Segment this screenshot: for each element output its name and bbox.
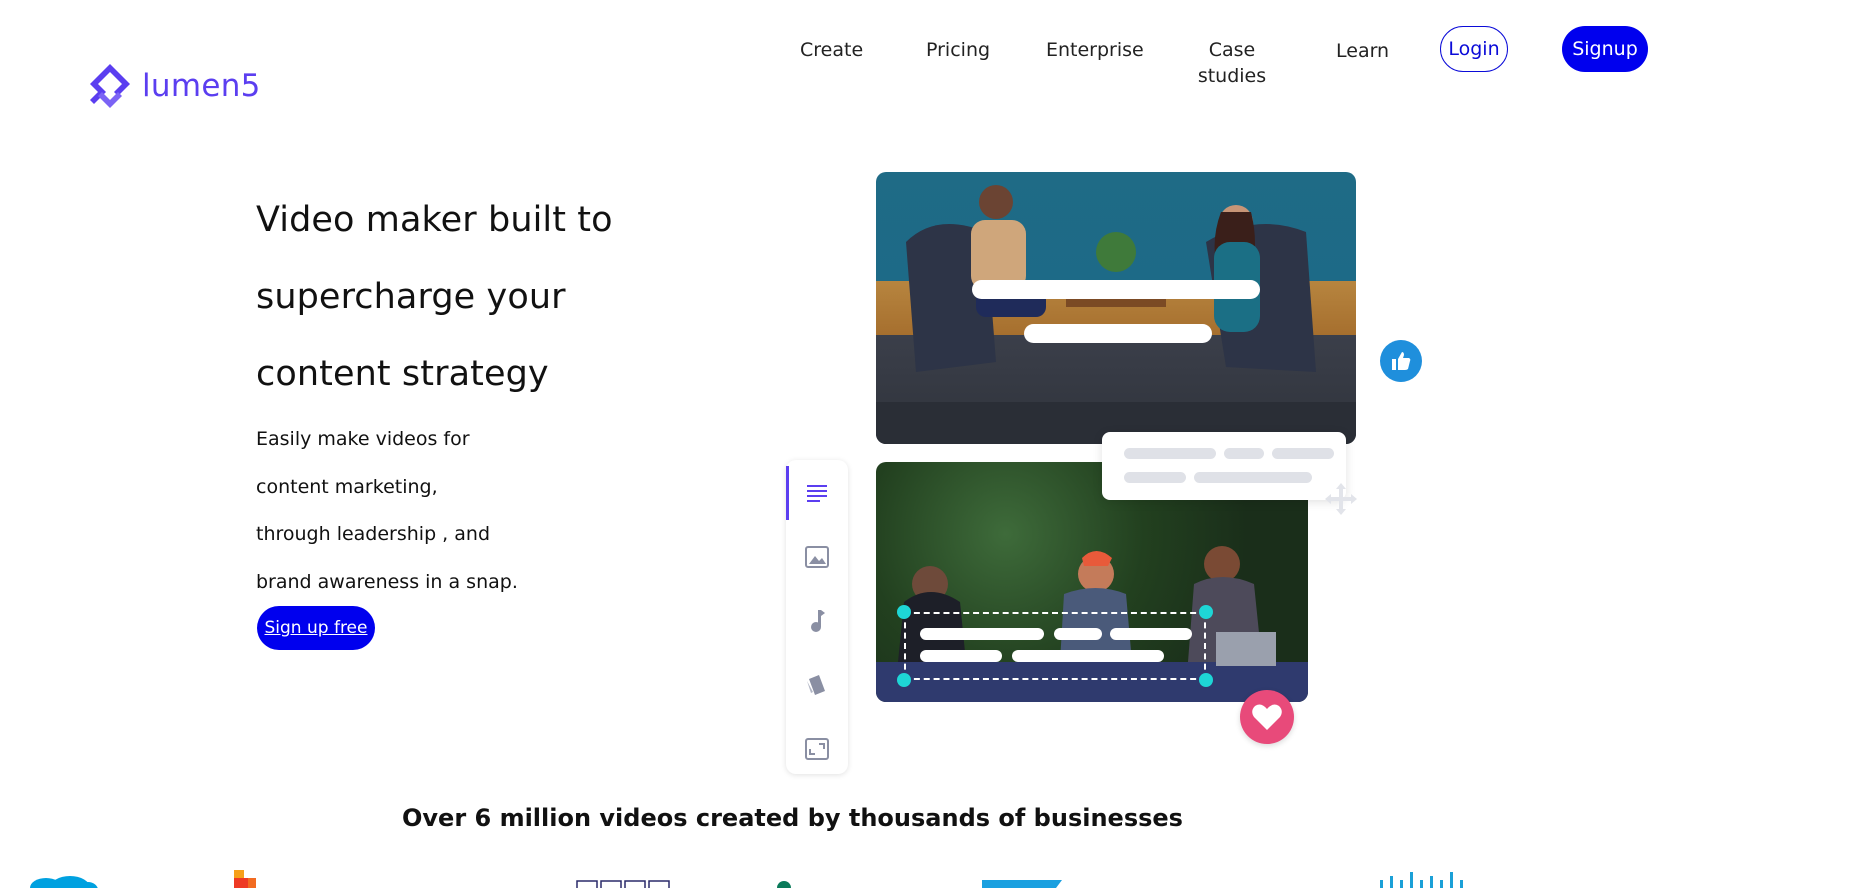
heart-icon (1252, 704, 1282, 730)
format-icon[interactable] (804, 736, 830, 762)
resize-handle-bottom-right[interactable] (1199, 673, 1213, 687)
meeting-illustration (876, 185, 1356, 444)
caption-line-3a (920, 628, 1044, 640)
card-line (1194, 472, 1312, 483)
caption-line-1 (972, 280, 1260, 299)
green-dot-logo (777, 881, 791, 888)
blue-bar-logo (982, 880, 1062, 888)
meeting-photo (876, 172, 1356, 444)
blocks-logo (576, 880, 670, 888)
card-line (1124, 448, 1216, 459)
caption-line-4a (920, 650, 1002, 662)
style-icon[interactable] (804, 672, 830, 698)
text-options-card (1102, 432, 1346, 500)
hero-headline-line-3: content strategy (256, 354, 549, 394)
nav-enterprise[interactable]: Enterprise (1046, 37, 1144, 63)
logo-text: lumen5 (142, 68, 261, 104)
card-line (1124, 472, 1186, 483)
logo[interactable]: lumen5 (86, 62, 261, 110)
hero-sub-line-3: through leadership , and (256, 523, 491, 545)
orange-logo (234, 870, 256, 888)
lumen5-logo-icon (90, 64, 130, 108)
active-indicator (786, 466, 789, 520)
image-icon[interactable] (804, 544, 830, 570)
editor-sidebar (786, 460, 848, 774)
hero-sub-line-2: content marketing, (256, 476, 438, 498)
heart-reaction (1240, 690, 1294, 744)
like-reaction (1380, 340, 1422, 382)
nav-create[interactable]: Create (800, 37, 863, 63)
signup-button[interactable]: Signup (1562, 26, 1648, 72)
music-icon[interactable] (804, 608, 830, 634)
caption-line-3c (1110, 628, 1192, 640)
social-proof-tagline: Over 6 million videos created by thousan… (402, 804, 1183, 832)
hero-sub-line-1: Easily make videos for (256, 428, 470, 450)
resize-handle-top-right[interactable] (1199, 605, 1213, 619)
nav-case-studies[interactable]: Case studies (1196, 37, 1268, 89)
hero-sub-line-4: brand awareness in a snap. (256, 571, 518, 593)
move-icon[interactable] (1322, 480, 1360, 518)
resize-handle-bottom-left[interactable] (897, 673, 911, 687)
resize-handle-top-left[interactable] (897, 605, 911, 619)
hero-headline-line-2: supercharge your (256, 277, 566, 317)
nav-pricing[interactable]: Pricing (926, 37, 990, 63)
caption-line-2 (1024, 324, 1212, 343)
hero-headline-line-1: Video maker built to (256, 200, 613, 240)
caption-line-4b (1012, 650, 1164, 662)
card-line (1272, 448, 1334, 459)
cisco-logo (1380, 872, 1463, 888)
caption-line-3b (1054, 628, 1102, 640)
salesforce-logo (30, 876, 98, 888)
nav-learn[interactable]: Learn (1336, 38, 1389, 64)
sign-up-free-button[interactable]: Sign up free (257, 606, 375, 650)
text-icon[interactable] (804, 480, 830, 506)
selection-box[interactable] (904, 612, 1206, 680)
card-line (1224, 448, 1264, 459)
thumbs-up-icon (1392, 352, 1411, 370)
login-button[interactable]: Login (1440, 26, 1508, 72)
